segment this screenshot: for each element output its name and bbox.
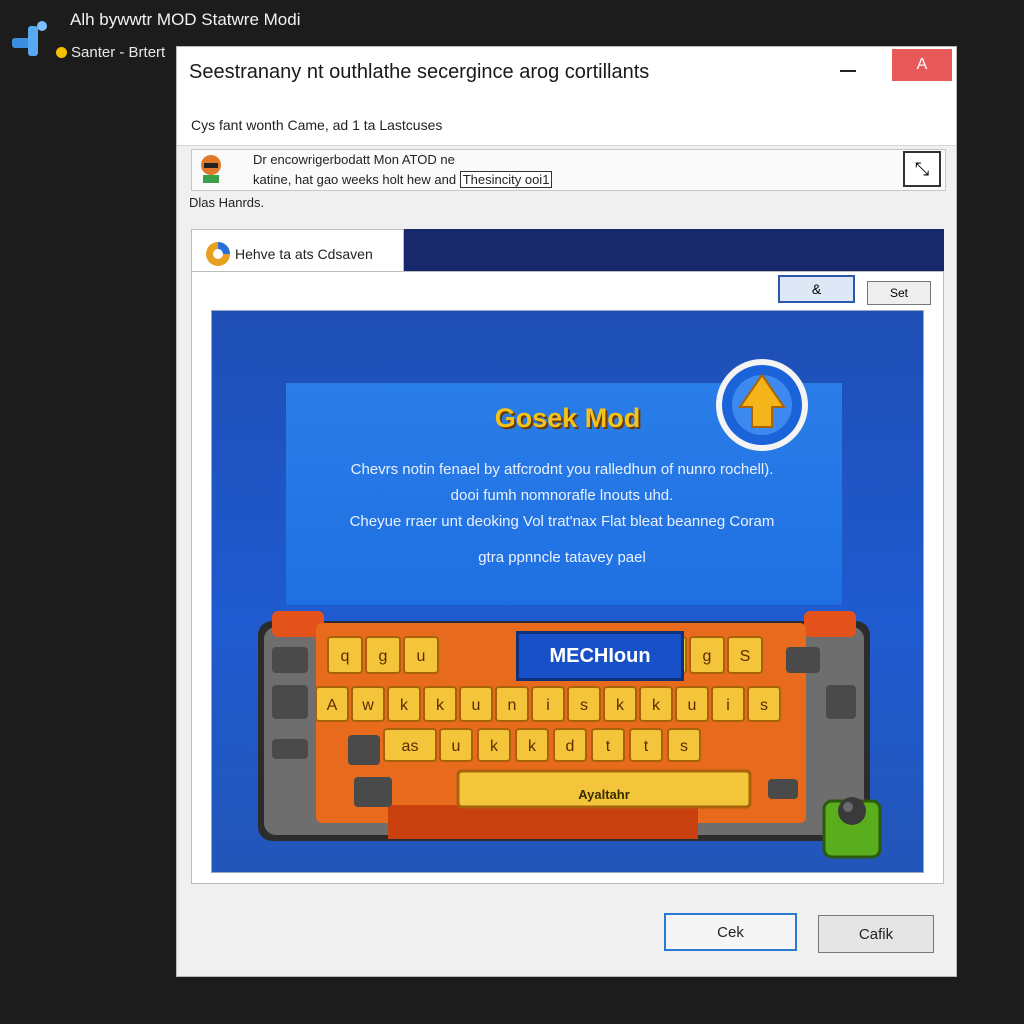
cancel-button[interactable]: Cafik — [818, 915, 934, 953]
info-text-line2-prefix: katine, hat gao weeks holt hew and — [253, 172, 457, 187]
keyboard-key-label: as — [402, 738, 419, 755]
keyboard-key-label: t — [644, 738, 649, 755]
search-button[interactable]: & — [778, 275, 855, 303]
keyboard-space-label: Ayaltahr — [578, 786, 630, 802]
keyboard-key-label: u — [472, 697, 481, 714]
dialog-window: Seestranany nt outhlathe secergince arog… — [176, 46, 957, 977]
keyboard-key-label: n — [508, 697, 517, 714]
app-title: Alh bywwtr MOD Statwre Modi — [70, 10, 301, 29]
joystick-icon — [822, 797, 882, 859]
keyboard-key-label: i — [546, 697, 550, 714]
expand-icon: ⤡ — [914, 158, 930, 179]
info-inline-field[interactable]: Thesincity ooi1 — [459, 171, 553, 188]
keyboard-key-label: d — [566, 738, 575, 755]
keyboard-key-label: k — [652, 697, 661, 714]
promo-title: Gosek Mod — [494, 403, 641, 433]
search-icon: & — [811, 281, 822, 297]
dialog-title: Seestranany nt outhlathe secergince arog… — [189, 61, 650, 83]
tab-label: Hehve ta ats Cdsaven — [235, 246, 373, 262]
keyboard-key-label: u — [688, 697, 697, 714]
keyboard-key-label: w — [361, 697, 374, 714]
keyboard-key-label: u — [452, 738, 461, 755]
info-text-line1: Dr encowrigerbodatt Mon ATOD ne — [253, 152, 455, 167]
minimize-button[interactable] — [827, 55, 869, 87]
close-button[interactable]: A — [892, 49, 952, 81]
keyboard-key-label: k — [400, 697, 409, 714]
status-dot-icon — [56, 47, 67, 58]
keyboard-key-label: t — [606, 738, 611, 755]
keyboard-key-label: s — [580, 697, 588, 714]
keyboard-key-label: q — [341, 648, 350, 665]
game-logo-icon — [716, 359, 808, 451]
app-subtitle-text: Santer - Brtert — [71, 44, 166, 61]
keyboard-key-label: S — [740, 648, 751, 665]
keyboard-key-label: A — [327, 697, 338, 714]
promo-text-line: Cheyue rraer unt deoking Vol trat'nax Fl… — [349, 513, 775, 530]
avatar-icon — [201, 155, 221, 183]
set-button[interactable]: Set — [867, 281, 931, 305]
keyboard-key-label: u — [417, 648, 426, 665]
browser-icon — [206, 242, 230, 266]
keyboard-key-label: k — [616, 697, 625, 714]
promo-text-line: Chevrs notin fenael by atfcrodnt you ral… — [350, 461, 774, 478]
promo-image: Gosek Mod Chevrs notin fenael by atfcrod… — [211, 310, 924, 873]
app-subtitle: Santer - Brtert — [56, 44, 165, 61]
dialog-subtitle: Cys fant wonth Came, ad 1 ta Lastcuses — [191, 117, 443, 133]
ok-button[interactable]: Cek — [664, 913, 797, 951]
keyboard-key-label: s — [680, 738, 688, 755]
keyboard-key-label: k — [490, 738, 499, 755]
promo-text-line: dooi fumh nomnorafle lnouts uhd. — [450, 487, 674, 504]
keyboard-key-label: g — [703, 648, 712, 665]
minimize-icon — [840, 70, 856, 72]
promo-text-line: gtra ppnncle tatavey pael — [478, 549, 646, 566]
keyboard-key-label: g — [379, 648, 388, 665]
keyboard-key-label: i — [726, 697, 730, 714]
app-logo-icon — [12, 21, 47, 56]
keyboard-key-label: k — [436, 697, 445, 714]
keyboard-key-label: s — [760, 697, 768, 714]
info-text-line2: katine, hat gao weeks holt hew and Thesi… — [253, 171, 553, 188]
keyboard-center-label: MECHIoun — [516, 631, 684, 681]
keyboard-key-label: k — [528, 738, 537, 755]
info-label: Dlas Hanrds. — [189, 195, 265, 210]
expand-button[interactable]: ⤡ — [903, 151, 941, 187]
close-icon: A — [916, 56, 928, 73]
